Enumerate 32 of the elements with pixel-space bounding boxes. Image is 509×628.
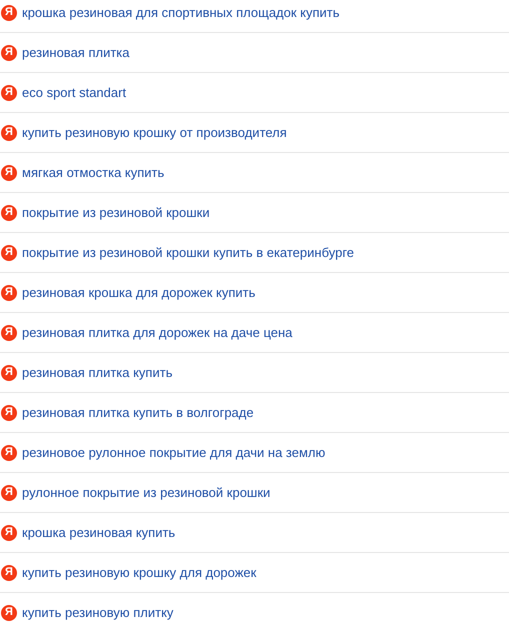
query-link[interactable]: резиновая плитка для дорожек на даче цена: [22, 322, 292, 342]
query-link[interactable]: резиновая плитка купить: [22, 362, 172, 382]
query-link[interactable]: eco sport standart: [22, 82, 126, 102]
search-engine-icon: Я: [1, 524, 17, 540]
search-engine-icon: Я: [1, 604, 17, 620]
query-link[interactable]: рулонное покрытие из резиновой крошки: [22, 482, 270, 502]
query-link[interactable]: крошка резиновая купить: [22, 522, 176, 542]
query-link[interactable]: мягкая отмостка купить: [22, 162, 164, 182]
query-link[interactable]: купить резиновую крошку для дорожек: [22, 562, 256, 582]
search-engine-icon: Я: [1, 364, 17, 380]
search-engine-icon: Я: [1, 84, 17, 100]
search-engine-icon: Я: [1, 444, 17, 460]
search-engine-icon: Я: [1, 404, 17, 420]
search-engine-icon: Я: [1, 124, 17, 140]
query-link[interactable]: купить резиновую плитку: [22, 602, 174, 622]
search-engine-icon: Я: [1, 244, 17, 260]
query-link[interactable]: резиновая крошка для дорожек купить: [22, 282, 256, 302]
query-link[interactable]: покрытие из резиновой крошки: [22, 202, 210, 222]
search-engine-icon: Я: [1, 324, 17, 340]
query-link[interactable]: покрытие из резиновой крошки купить в екатеринбурге: [22, 242, 354, 262]
search-engine-icon: Я: [1, 164, 17, 180]
query-link[interactable]: крошка резиновая для спортивных площадок купить: [22, 2, 340, 22]
search-engine-icon: Я: [1, 4, 17, 20]
search-engine-icon: Я: [1, 284, 17, 300]
search-engine-icon: Я: [1, 204, 17, 220]
query-link[interactable]: купить резиновую крошку от производителя: [22, 122, 287, 142]
query-link[interactable]: резиновая плитка купить в волгограде: [22, 402, 254, 422]
search-engine-icon: Я: [1, 484, 17, 500]
search-engine-icon: Я: [1, 44, 17, 60]
query-link[interactable]: резиновая плитка: [22, 42, 130, 62]
search-engine-icon: Я: [1, 564, 17, 580]
query-link[interactable]: резиновое рулонное покрытие для дачи на землю: [22, 442, 326, 462]
